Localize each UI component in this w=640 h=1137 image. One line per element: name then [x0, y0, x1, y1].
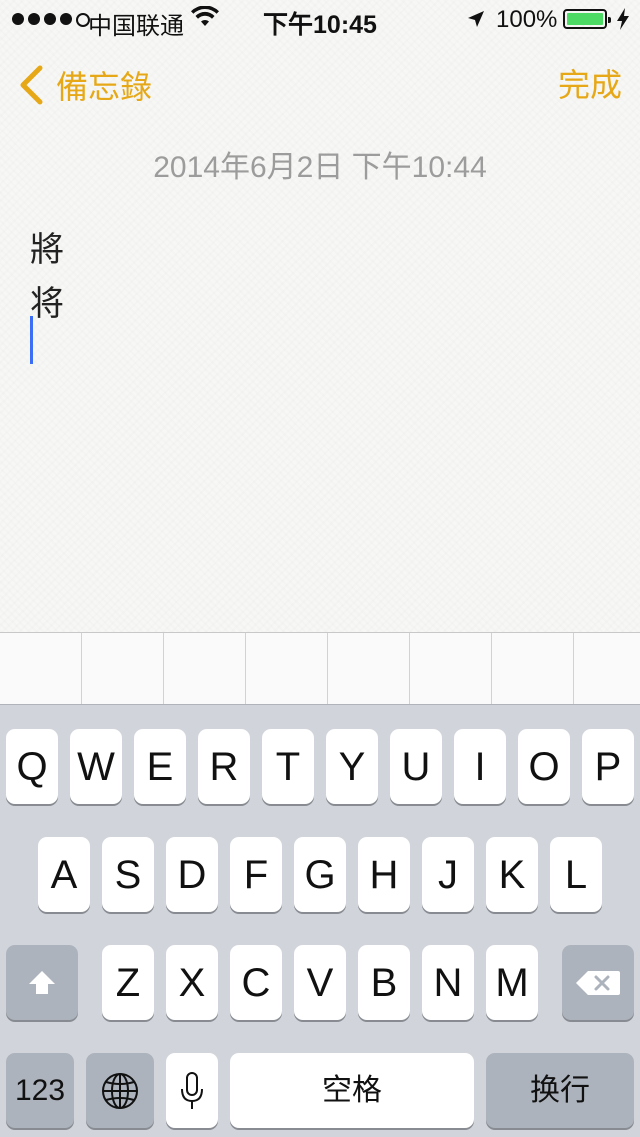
delete-icon	[576, 970, 620, 995]
key-label: F	[243, 852, 269, 897]
key-o[interactable]: O	[518, 729, 570, 804]
key-b[interactable]: B	[358, 945, 410, 1020]
key-label: S	[114, 852, 142, 897]
key-label: V	[306, 960, 334, 1005]
candidate-slot[interactable]	[82, 633, 164, 705]
key-l[interactable]: L	[550, 837, 602, 912]
numbers-key[interactable]: 123	[6, 1053, 74, 1128]
back-button-label: 備忘錄	[56, 69, 153, 105]
key-x[interactable]: X	[166, 945, 218, 1020]
key-label: X	[178, 960, 206, 1005]
note-text-line[interactable]: 将	[30, 276, 64, 325]
key-u[interactable]: U	[390, 729, 442, 804]
shift-key[interactable]	[6, 945, 78, 1020]
globe-icon	[102, 1072, 138, 1109]
candidate-slot[interactable]	[164, 633, 246, 705]
key-p[interactable]: P	[582, 729, 634, 804]
chevron-left-icon	[20, 65, 43, 105]
status-bar: 中国联通 下午10:45 100%	[0, 0, 640, 40]
key-e[interactable]: E	[134, 729, 186, 804]
key-t[interactable]: T	[262, 729, 314, 804]
key-f[interactable]: F	[230, 837, 282, 912]
key-z[interactable]: Z	[102, 945, 154, 1020]
candidate-slot[interactable]	[328, 633, 410, 705]
key-n[interactable]: N	[422, 945, 474, 1020]
key-h[interactable]: H	[358, 837, 410, 912]
key-m[interactable]: M	[486, 945, 538, 1020]
key-label: Z	[115, 960, 141, 1005]
key-r[interactable]: R	[198, 729, 250, 804]
key-c[interactable]: C	[230, 945, 282, 1020]
key-label: D	[177, 852, 207, 897]
charging-bolt-icon	[617, 8, 629, 30]
key-label: I	[474, 744, 486, 789]
key-label: 空格	[322, 1073, 382, 1107]
candidate-bar	[0, 632, 640, 705]
candidate-slot[interactable]	[492, 633, 574, 705]
key-label: Q	[16, 744, 48, 789]
key-label: P	[594, 744, 622, 789]
key-label: B	[370, 960, 398, 1005]
globe-key[interactable]	[86, 1053, 154, 1128]
microphone-icon	[181, 1071, 203, 1109]
return-key[interactable]: 换行	[486, 1053, 634, 1128]
key-s[interactable]: S	[102, 837, 154, 912]
key-label: Y	[338, 744, 366, 789]
battery-percent: 100%	[496, 6, 558, 33]
battery-icon	[563, 9, 611, 29]
key-label: E	[146, 744, 174, 789]
key-label: N	[433, 960, 463, 1005]
key-label: 123	[14, 1073, 66, 1107]
battery-fill	[567, 13, 603, 25]
key-label: H	[369, 852, 399, 897]
key-label: A	[50, 852, 78, 897]
candidate-slot[interactable]	[0, 633, 82, 705]
candidate-slot[interactable]	[410, 633, 492, 705]
space-key[interactable]: 空格	[230, 1053, 474, 1128]
candidate-slot[interactable]	[574, 633, 640, 705]
key-label: O	[528, 744, 560, 789]
key-label: U	[401, 744, 431, 789]
key-y[interactable]: Y	[326, 729, 378, 804]
key-a[interactable]: A	[38, 837, 90, 912]
key-w[interactable]: W	[70, 729, 122, 804]
key-i[interactable]: I	[454, 729, 506, 804]
battery-nub	[608, 17, 611, 23]
key-label: 换行	[530, 1073, 590, 1107]
shift-icon	[29, 970, 55, 994]
key-j[interactable]: J	[422, 837, 474, 912]
key-q[interactable]: Q	[6, 729, 58, 804]
note-text-line[interactable]: 將	[30, 222, 64, 271]
key-g[interactable]: G	[294, 837, 346, 912]
key-label: M	[495, 960, 529, 1005]
keyboard: Q W E R T Y U I O P A S D F G H J K L Z …	[0, 704, 640, 1137]
key-label: R	[209, 744, 239, 789]
key-label: W	[77, 744, 115, 789]
done-button[interactable]: 完成	[558, 62, 622, 108]
key-d[interactable]: D	[166, 837, 218, 912]
candidate-slot[interactable]	[246, 633, 328, 705]
key-v[interactable]: V	[294, 945, 346, 1020]
delete-key[interactable]	[562, 945, 634, 1020]
key-label: T	[275, 744, 301, 789]
text-cursor	[30, 316, 33, 364]
back-button[interactable]: 備忘錄	[18, 62, 152, 108]
key-label: K	[498, 852, 526, 897]
key-label: C	[241, 960, 271, 1005]
key-label: G	[304, 852, 336, 897]
location-arrow-icon	[468, 11, 484, 27]
key-label: L	[564, 852, 588, 897]
key-label: J	[438, 852, 458, 897]
note-date: 2014年6月2日 下午10:44	[153, 151, 487, 184]
key-k[interactable]: K	[486, 837, 538, 912]
dictation-key[interactable]	[166, 1053, 218, 1128]
